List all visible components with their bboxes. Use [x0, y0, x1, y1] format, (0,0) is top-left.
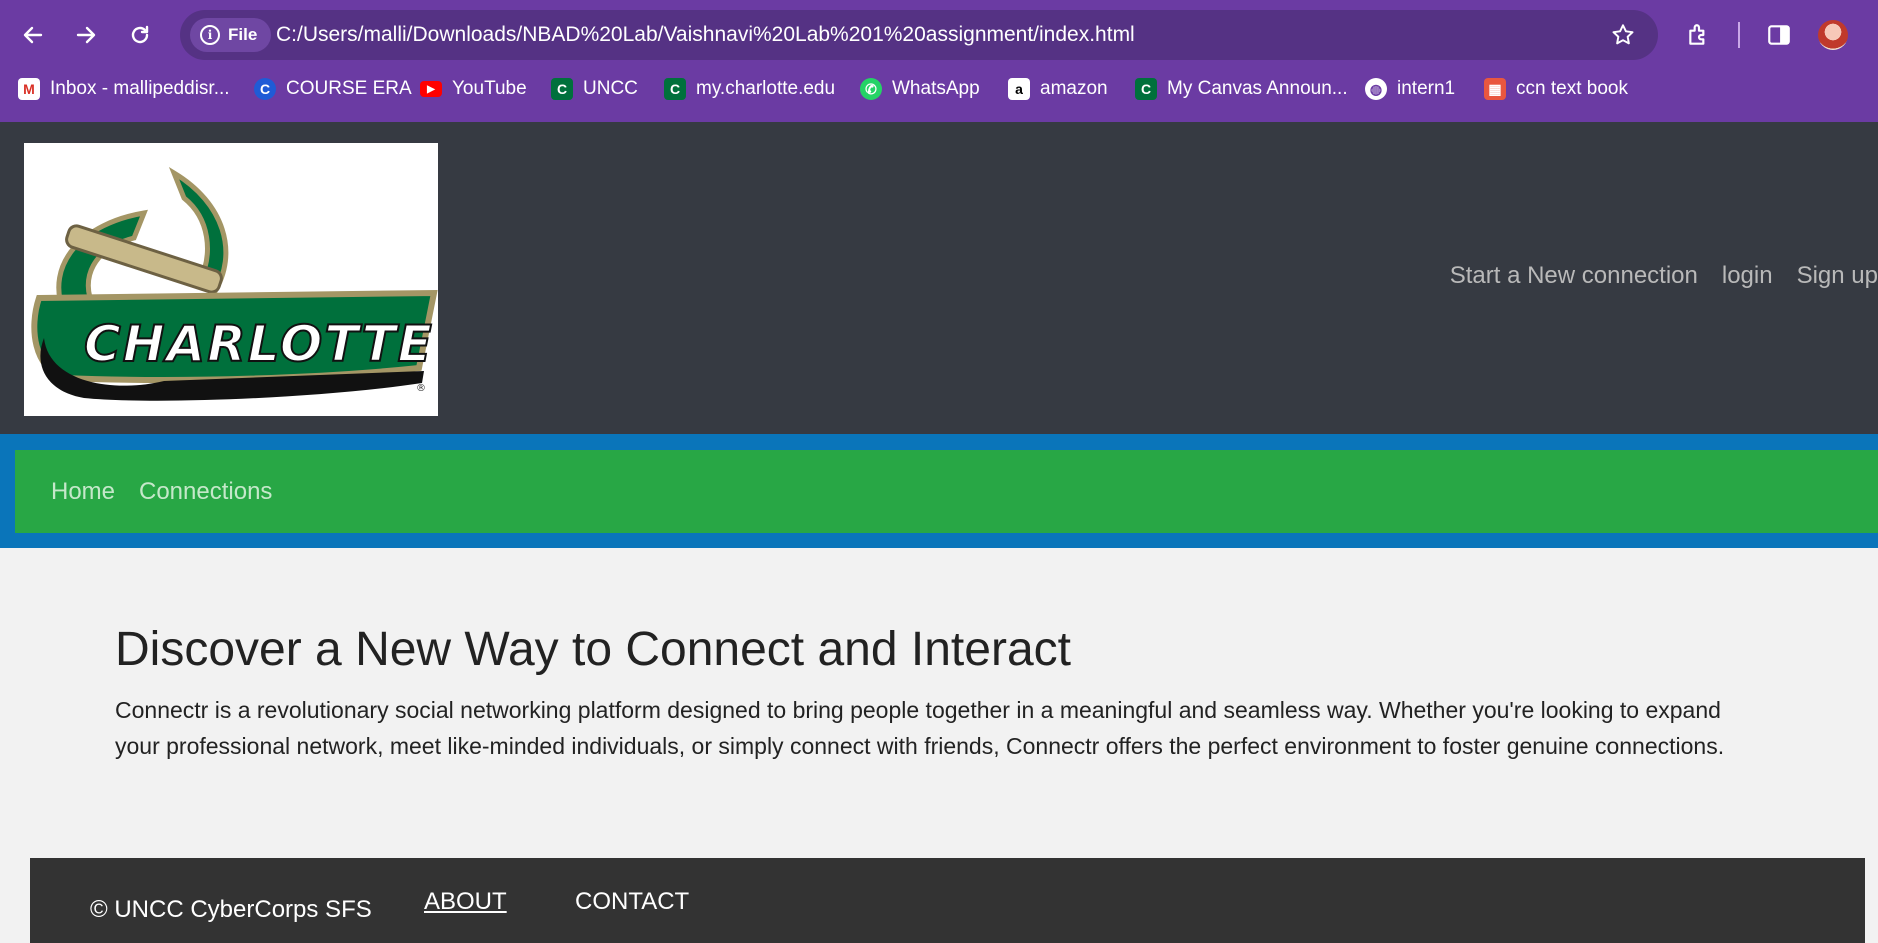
arrow-right-icon [76, 26, 96, 44]
browser-toolbar: i File C:/Users/malli/Downloads/NBAD%20L… [0, 0, 1878, 70]
bookmark-uncc[interactable]: C UNCC [551, 78, 638, 100]
bookmark-label: my.charlotte.edu [696, 78, 836, 99]
main-nav: Home Connections [15, 450, 1878, 533]
bookmark-label: UNCC [583, 78, 638, 99]
uncc-icon: C [551, 78, 573, 100]
reload-button[interactable] [125, 20, 155, 50]
bookmark-label: Inbox - mallipeddisr... [50, 78, 230, 99]
bookmark-youtube[interactable]: ▶ YouTube [420, 78, 527, 100]
gmail-icon: M [18, 78, 40, 100]
bookmark-label: amazon [1040, 78, 1108, 99]
bookmark-my-charlotte[interactable]: C my.charlotte.edu [664, 78, 835, 100]
site-header: CHARLOTTE ® Start a New connection login… [0, 122, 1878, 434]
charlotte-logo-image: CHARLOTTE ® [31, 167, 438, 401]
whatsapp-icon: ✆ [860, 78, 882, 100]
back-button[interactable] [18, 20, 48, 50]
reload-icon [131, 25, 149, 44]
main-paragraph: Connectr is a revolutionary social netwo… [115, 697, 1725, 759]
svg-text:®: ® [416, 383, 426, 394]
bookmark-canvas[interactable]: C My Canvas Announ... [1135, 78, 1348, 100]
bookmark-label: ccn text book [1516, 78, 1628, 99]
amazon-icon: a [1008, 78, 1030, 100]
side-panel-icon[interactable] [1766, 22, 1792, 48]
bookmark-star-icon[interactable] [1610, 22, 1636, 48]
extensions-icon[interactable] [1686, 22, 1712, 48]
coursera-icon: C [254, 78, 276, 100]
footer-about-link[interactable]: ABOUT [424, 888, 507, 916]
site-chip-label: File [228, 25, 258, 44]
bookmark-coursera[interactable]: C COURSE ERA [254, 78, 412, 100]
bookmark-label: My Canvas Announ... [1167, 78, 1348, 99]
start-new-connection-link[interactable]: Start a New connection [1450, 262, 1698, 290]
bookmark-label: COURSE ERA [286, 78, 412, 99]
header-nav: Start a New connection login Sign up [1450, 262, 1878, 290]
bookmark-label: YouTube [452, 78, 527, 99]
login-link[interactable]: login [1722, 262, 1773, 290]
uncc-icon: C [1135, 78, 1157, 100]
profile-avatar[interactable] [1818, 20, 1848, 50]
youtube-icon: ▶ [420, 81, 442, 97]
bookmark-ccn-text-book[interactable]: ▦ ccn text book [1484, 78, 1628, 100]
nav-connections-link[interactable]: Connections [139, 478, 272, 506]
nav-home-link[interactable]: Home [51, 478, 115, 506]
forward-button[interactable] [71, 20, 101, 50]
site-info-chip[interactable]: i File [190, 18, 272, 52]
footer-copyright: © UNCC CyberCorps SFS [90, 896, 372, 923]
bookmark-whatsapp[interactable]: ✆ WhatsApp [860, 78, 980, 100]
info-icon: i [200, 25, 220, 45]
bookmarks-bar: M Inbox - mallipeddisr... C COURSE ERA ▶… [0, 74, 1878, 108]
browser-chrome: i File C:/Users/malli/Downloads/NBAD%20L… [0, 0, 1878, 122]
charlotte-logo[interactable]: CHARLOTTE ® [24, 143, 438, 416]
address-bar[interactable]: i File C:/Users/malli/Downloads/NBAD%20L… [180, 10, 1658, 60]
toolbar-divider [1738, 22, 1740, 48]
site-footer: © UNCC CyberCorps SFS ABOUT CONTACT [30, 858, 1865, 943]
main-heading: Discover a New Way to Connect and Intera… [115, 623, 1071, 676]
globe-icon: ◍ [1365, 78, 1387, 100]
url-text[interactable]: C:/Users/malli/Downloads/NBAD%20Lab/Vais… [276, 23, 1135, 47]
bookmark-intern1[interactable]: ◍ intern1 [1365, 78, 1455, 100]
bookmark-label: intern1 [1397, 78, 1456, 99]
book-icon: ▦ [1484, 78, 1506, 100]
arrow-left-icon [23, 26, 43, 44]
logo-wordmark: CHARLOTTE [84, 315, 434, 373]
footer-contact-link[interactable]: CONTACT [575, 888, 689, 916]
bookmark-gmail[interactable]: M Inbox - mallipeddisr... [18, 78, 230, 100]
uncc-icon: C [664, 78, 686, 100]
bookmark-amazon[interactable]: a amazon [1008, 78, 1108, 100]
signup-link[interactable]: Sign up [1797, 262, 1878, 290]
bookmark-label: WhatsApp [892, 78, 980, 99]
